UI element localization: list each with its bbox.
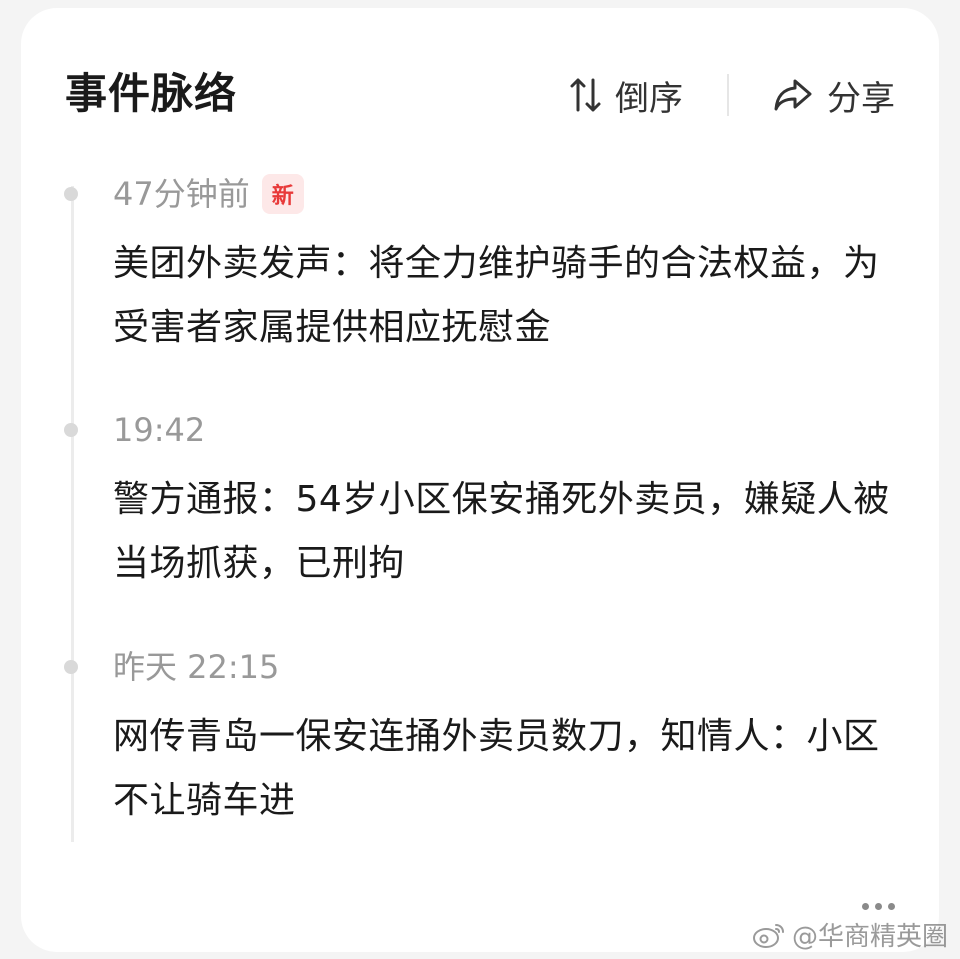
event-headline[interactable]: 警方通报：54岁小区保安捅死外卖员，嫌疑人被当场抓获，已刑拘 [113,468,903,596]
event-headline[interactable]: 美团外卖发声：将全力维护骑手的合法权益，为受害者家属提供相应抚慰金 [113,232,903,360]
timeline-dot [64,423,78,437]
timeline-line [71,186,74,842]
timeline-item[interactable]: 47分钟前 新 美团外卖发声：将全力维护骑手的合法权益，为受害者家属提供相应抚慰… [64,170,903,360]
watermark: @华商精英圈 [752,916,948,953]
more-dot [875,903,882,910]
share-icon [773,77,813,113]
header-actions: 倒序 分享 [569,70,895,120]
card-title: 事件脉络 [65,69,238,118]
sort-icon [569,76,603,114]
timeline-item[interactable]: 19:42 警方通报：54岁小区保安捅死外卖员，嫌疑人被当场抓获，已刑拘 [64,406,903,596]
timeline-dot [64,187,78,201]
actions-divider [727,74,729,116]
new-badge: 新 [261,174,304,214]
timeline-dot [64,660,78,674]
event-time: 19:42 [113,411,206,449]
share-button[interactable]: 分享 [773,71,895,120]
share-label: 分享 [827,78,895,119]
sort-button[interactable]: 倒序 [569,71,683,120]
event-headline[interactable]: 网传青岛一保安连捅外卖员数刀，知情人：小区不让骑车进 [113,705,903,833]
more-dot [888,903,895,910]
event-timeline-card: 事件脉络 倒序 分享 47分钟前 新 美团外卖发声：将全力维护骑手的合法权益，为… [21,8,939,952]
sort-label: 倒序 [615,78,683,119]
more-options-button[interactable] [862,903,895,910]
watermark-text: @华商精英圈 [791,922,948,952]
more-dot [862,903,869,910]
weibo-logo-icon [752,923,784,948]
event-time: 昨天 22:15 [113,648,280,686]
timeline-item[interactable]: 昨天 22:15 网传青岛一保安连捅外卖员数刀，知情人：小区不让骑车进 [64,643,903,833]
event-time: 47分钟前 [113,175,250,213]
